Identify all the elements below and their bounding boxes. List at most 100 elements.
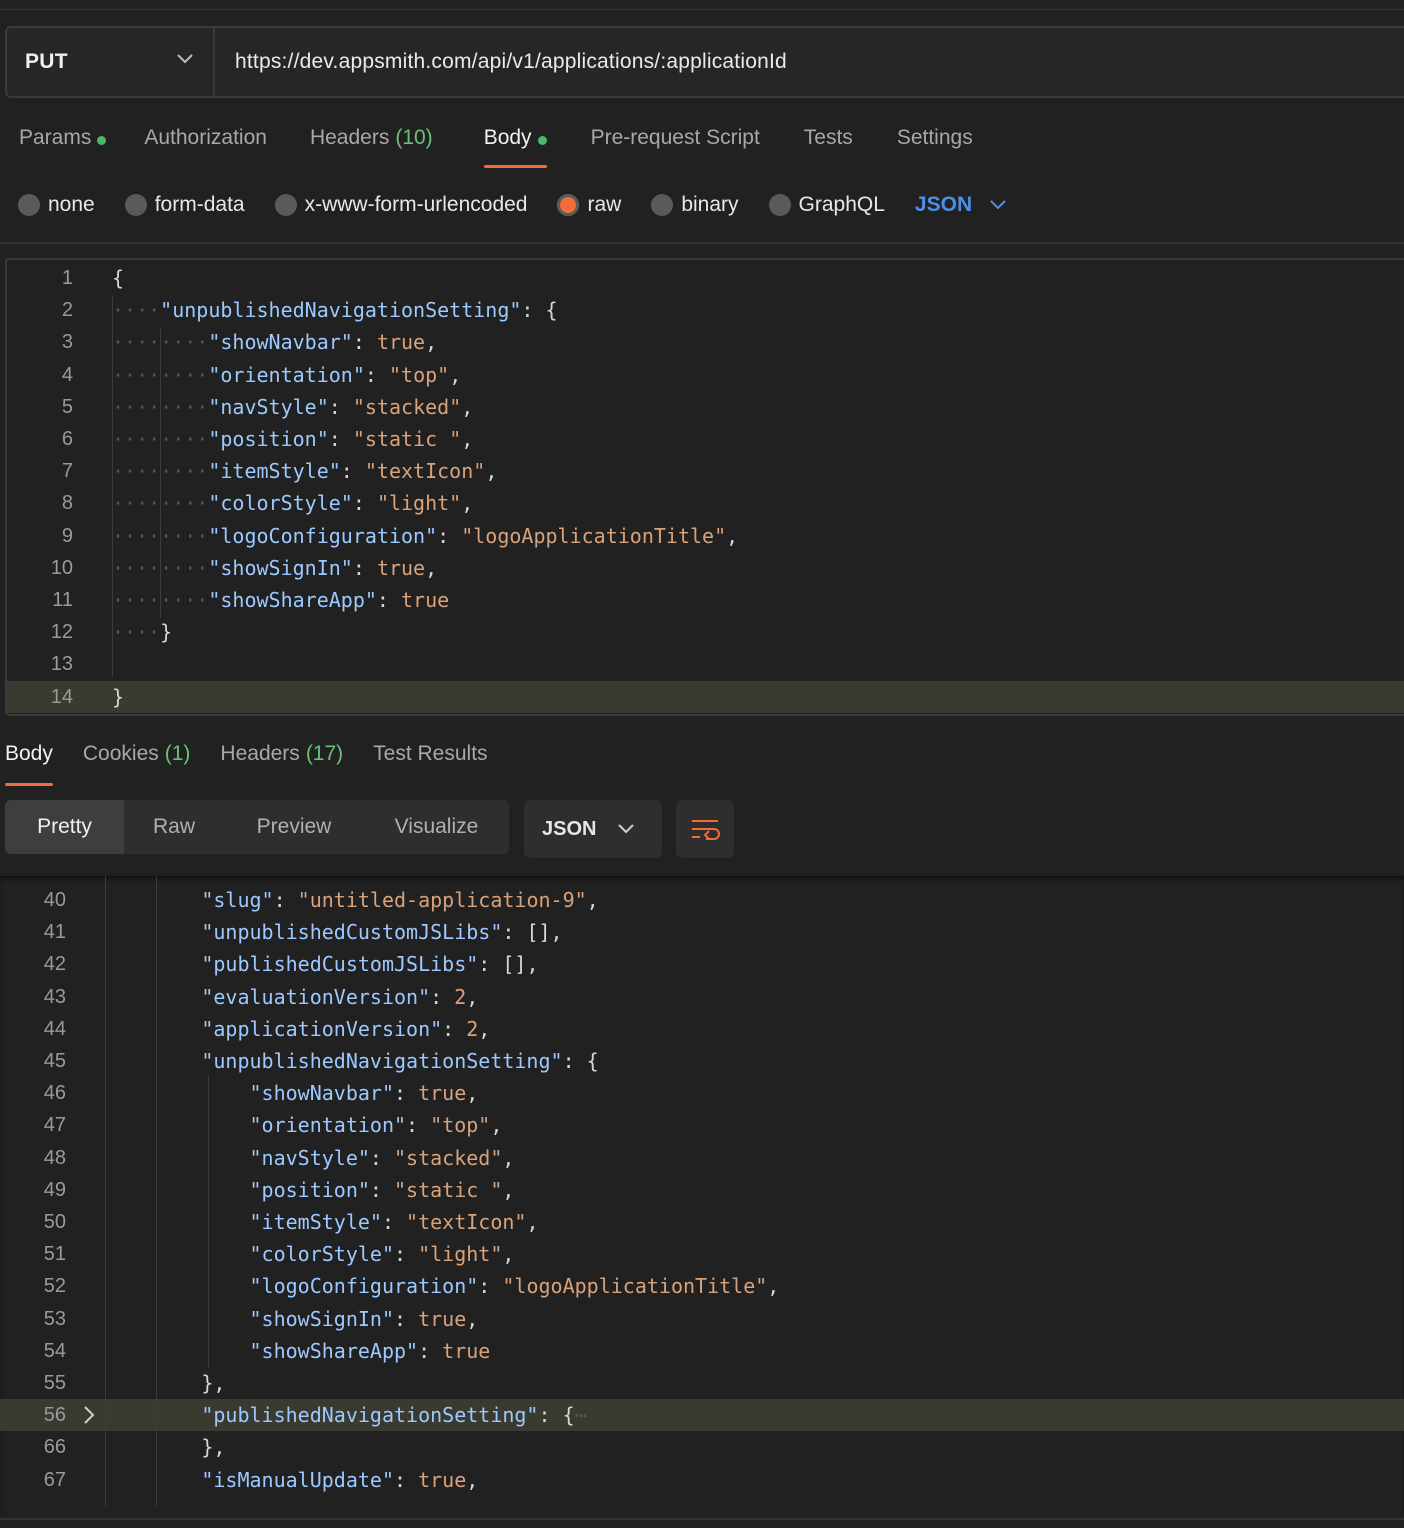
indent-guide — [112, 296, 113, 676]
code-text: "colorStyle": "light", — [249, 1242, 515, 1267]
chevron-down-icon — [990, 200, 1006, 210]
url-input[interactable]: https://dev.appsmith.com/api/v1/applicat… — [215, 50, 787, 74]
line-number: 44 — [43, 1017, 66, 1040]
code-line: 4 ········"orientation": "top", — [7, 359, 1404, 391]
body-format-dropdown[interactable]: JSON — [915, 193, 1006, 217]
tab-label: Pre-request Script — [590, 126, 760, 149]
line-number: 1 — [61, 267, 73, 289]
window-top-strip — [0, 0, 1404, 10]
code-line: 44 "applicationVersion": 2, — [0, 1013, 1404, 1045]
code-line: 11 ········"showShareApp": true — [7, 584, 1404, 616]
code-text: "publishedCustomJSLibs": [], — [201, 952, 539, 977]
view-raw-button[interactable]: Raw — [124, 800, 224, 854]
code-text: ········"navStyle": "stacked", — [112, 394, 474, 419]
view-pretty-button[interactable]: Pretty — [5, 800, 124, 854]
line-number: 5 — [61, 395, 73, 418]
tab-settings[interactable]: Settings — [897, 118, 973, 170]
code-text: "position": "static ", — [249, 1177, 515, 1202]
code-text: "unpublishedCustomJSLibs": [], — [201, 920, 563, 945]
radio-x-www-form-urlencoded[interactable]: x-www-form-urlencoded — [274, 193, 527, 217]
code-line: 47 "orientation": "top", — [0, 1109, 1404, 1141]
radio-form-data[interactable]: form-data — [124, 193, 245, 217]
line-number: 43 — [43, 985, 66, 1008]
radio-label: binary — [681, 193, 739, 216]
radio-graphql[interactable]: GraphQL — [768, 193, 885, 217]
code-text: "showNavbar": true, — [249, 1081, 479, 1106]
response-tabs: Body Cookies (1) Headers (17) Test Results — [0, 736, 518, 788]
code-text: "evaluationVersion": 2, — [201, 984, 479, 1009]
response-format-dropdown[interactable]: JSON — [524, 800, 662, 858]
tab-label: Tests — [803, 126, 853, 149]
line-number: 9 — [61, 524, 73, 547]
indent-guide — [160, 328, 161, 618]
code-text: "navStyle": "stacked", — [249, 1145, 515, 1170]
code-line: 49 "position": "static ", — [0, 1174, 1404, 1206]
indent-guide — [156, 876, 157, 1506]
code-text: ····"unpublishedNavigationSetting": { — [112, 298, 558, 323]
code-line: 41 "unpublishedCustomJSLibs": [], — [0, 916, 1404, 948]
code-text: "slug": "untitled-application-9", — [201, 888, 599, 912]
wrap-lines-button[interactable] — [676, 800, 734, 858]
radio-icon — [124, 194, 147, 216]
code-line: 7 ········"itemStyle": "textIcon", — [7, 455, 1404, 487]
indent-guide — [208, 1076, 209, 1368]
code-line: 52 "logoConfiguration": "logoApplication… — [0, 1270, 1404, 1302]
radio-icon — [18, 194, 40, 216]
tab-params[interactable]: Params — [19, 118, 107, 170]
tab-label: Body — [483, 126, 532, 149]
radio-raw[interactable]: raw — [557, 193, 621, 217]
tab-cookies[interactable]: Cookies (1) — [83, 736, 191, 788]
code-text: "itemStyle": "textIcon", — [249, 1210, 539, 1234]
code-text: "showShareApp": true — [249, 1338, 491, 1363]
line-number: 51 — [43, 1243, 66, 1266]
view-visualize-button[interactable]: Visualize — [364, 800, 509, 854]
wrap-lines-icon — [692, 820, 720, 840]
code-line: 43 "evaluationVersion": 2, — [0, 981, 1404, 1013]
line-number: 45 — [43, 1050, 66, 1072]
code-line: 66 }, — [0, 1431, 1404, 1463]
tab-test-results[interactable]: Test Results — [373, 736, 487, 788]
code-line: 55 }, — [0, 1367, 1404, 1399]
code-line: 42 "publishedCustomJSLibs": [], — [0, 948, 1404, 980]
tab-label: Body — [5, 742, 53, 765]
code-text: "orientation": "top", — [249, 1113, 503, 1138]
code-text: "logoConfiguration": "logoApplicationTit… — [249, 1274, 780, 1299]
tab-response-headers[interactable]: Headers (17) — [220, 736, 343, 788]
code-line: 54 "showShareApp": true — [0, 1335, 1404, 1367]
request-body-editor[interactable]: 1{2 ····"unpublishedNavigationSetting": {… — [5, 258, 1404, 716]
divider — [0, 242, 1404, 244]
tab-authorization[interactable]: Authorization — [144, 118, 267, 170]
code-text: ····} — [112, 620, 173, 645]
code-line: 1{ — [7, 262, 1404, 294]
tab-label: Settings — [896, 126, 973, 149]
line-number: 14 — [50, 685, 73, 708]
line-number: 49 — [43, 1178, 66, 1201]
code-text: }, — [201, 1371, 226, 1395]
request-tabs: Params Authorization Headers (10) Body Pr… — [0, 118, 973, 170]
chevron-right-icon[interactable] — [82, 1405, 96, 1425]
chevron-down-icon — [618, 824, 635, 834]
response-body-viewer[interactable]: 40 "slug": "untitled-application-9", 41 "… — [0, 876, 1404, 1516]
radio-icon — [768, 194, 791, 216]
method-select[interactable]: PUT — [7, 28, 215, 96]
tab-headers[interactable]: Headers (10) — [310, 118, 433, 170]
line-number: 8 — [61, 492, 73, 515]
line-number: 67 — [43, 1468, 66, 1491]
line-number: 52 — [43, 1275, 66, 1298]
view-mode-segmented: Pretty Raw Preview Visualize — [5, 800, 509, 854]
radio-binary[interactable]: binary — [651, 193, 739, 217]
tab-count: (17) — [305, 742, 344, 765]
tab-body[interactable]: Body — [483, 118, 547, 170]
view-preview-button[interactable]: Preview — [224, 800, 364, 854]
radio-icon — [274, 194, 297, 216]
code-line: 40 "slug": "untitled-application-9", — [0, 884, 1404, 916]
radio-none[interactable]: none — [18, 193, 95, 217]
line-number: 41 — [43, 921, 66, 944]
code-line: 50 "itemStyle": "textIcon", — [0, 1206, 1404, 1238]
tab-pre-request-script[interactable]: Pre-request Script — [591, 118, 760, 170]
tab-tests[interactable]: Tests — [804, 118, 853, 170]
tab-response-body[interactable]: Body — [0, 736, 53, 788]
tab-label: Authorization — [144, 126, 267, 149]
code-line: 45 "unpublishedNavigationSetting": { — [0, 1045, 1404, 1077]
line-number: 47 — [43, 1114, 66, 1137]
